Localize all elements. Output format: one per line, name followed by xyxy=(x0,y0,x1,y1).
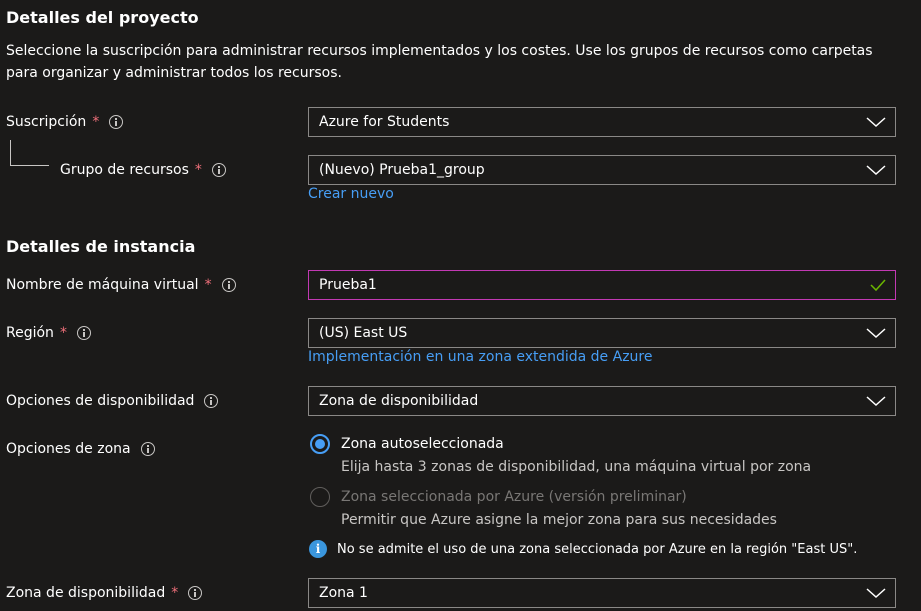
radio-azure-zone-label: Zona seleccionada por Azure (versión pre… xyxy=(341,489,687,505)
subscription-label-text: Suscripción xyxy=(6,114,87,130)
subscription-label: Suscripción * xyxy=(6,111,124,133)
availability-options-label: Opciones de disponibilidad xyxy=(6,390,219,412)
region-dropdown[interactable]: (US) East US xyxy=(308,318,896,348)
radio-auto-zone-label[interactable]: Zona autoseleccionada xyxy=(341,436,504,452)
availability-zone-dropdown[interactable]: Zona 1 xyxy=(308,578,896,608)
chevron-down-icon xyxy=(866,165,886,176)
chevron-down-icon xyxy=(866,117,886,128)
availability-options-value: Zona de disponibilidad xyxy=(319,393,479,409)
extended-zone-link[interactable]: Implementación en una zona extendida de … xyxy=(308,349,652,365)
info-filled-icon: i xyxy=(309,540,327,558)
required-asterisk: * xyxy=(59,325,67,341)
region-label-text: Región xyxy=(6,325,54,341)
required-asterisk: * xyxy=(204,277,212,293)
availability-options-label-text: Opciones de disponibilidad xyxy=(6,393,195,409)
availability-zone-label: Zona de disponibilidad * xyxy=(6,582,203,604)
radio-azure-zone xyxy=(310,487,330,507)
info-icon[interactable] xyxy=(221,278,236,292)
radio-auto-zone-description: Elija hasta 3 zonas de disponibilidad, u… xyxy=(341,459,812,475)
project-details-description: Seleccione la suscripción para administr… xyxy=(6,43,873,81)
required-asterisk: * xyxy=(171,585,179,601)
subscription-dropdown[interactable]: Azure for Students xyxy=(308,107,896,137)
resource-group-value: (Nuevo) Prueba1_group xyxy=(319,162,485,178)
resource-group-label-text: Grupo de recursos xyxy=(60,162,189,178)
chevron-down-icon xyxy=(866,328,886,339)
radio-azure-zone-description: Permitir que Azure asigne la mejor zona … xyxy=(341,512,777,528)
info-icon[interactable] xyxy=(204,394,219,408)
create-new-link[interactable]: Crear nuevo xyxy=(308,186,394,202)
region-label: Región * xyxy=(6,322,91,344)
tree-connector xyxy=(10,140,49,166)
availability-options-dropdown[interactable]: Zona de disponibilidad xyxy=(308,386,896,416)
checkmark-icon xyxy=(870,279,886,292)
vm-name-label-text: Nombre de máquina virtual xyxy=(6,277,199,293)
info-icon[interactable] xyxy=(76,326,91,340)
required-asterisk: * xyxy=(194,162,202,178)
info-icon[interactable] xyxy=(140,442,155,456)
info-message: i No se admite el uso de una zona selecc… xyxy=(309,540,857,558)
region-value: (US) East US xyxy=(319,325,408,341)
project-details-heading: Detalles del proyecto xyxy=(6,8,199,27)
chevron-down-icon xyxy=(866,588,886,599)
info-message-text: No se admite el uso de una zona seleccio… xyxy=(337,541,858,557)
subscription-value: Azure for Students xyxy=(319,114,450,130)
resource-group-dropdown[interactable]: (Nuevo) Prueba1_group xyxy=(308,155,896,185)
radio-auto-zone[interactable] xyxy=(310,434,330,454)
vm-name-input[interactable]: Prueba1 xyxy=(308,270,896,300)
info-icon[interactable] xyxy=(211,163,226,177)
availability-zone-value: Zona 1 xyxy=(319,585,368,601)
info-icon[interactable] xyxy=(188,586,203,600)
resource-group-label: Grupo de recursos * xyxy=(60,159,226,181)
chevron-down-icon xyxy=(866,396,886,407)
required-asterisk: * xyxy=(92,114,100,130)
vm-name-value: Prueba1 xyxy=(319,277,377,293)
zone-options-label-text: Opciones de zona xyxy=(6,441,131,457)
vm-name-label: Nombre de máquina virtual * xyxy=(6,274,236,296)
instance-details-heading: Detalles de instancia xyxy=(6,237,196,256)
availability-zone-label-text: Zona de disponibilidad xyxy=(6,585,166,601)
zone-options-label: Opciones de zona xyxy=(6,438,155,460)
info-icon[interactable] xyxy=(109,115,124,129)
